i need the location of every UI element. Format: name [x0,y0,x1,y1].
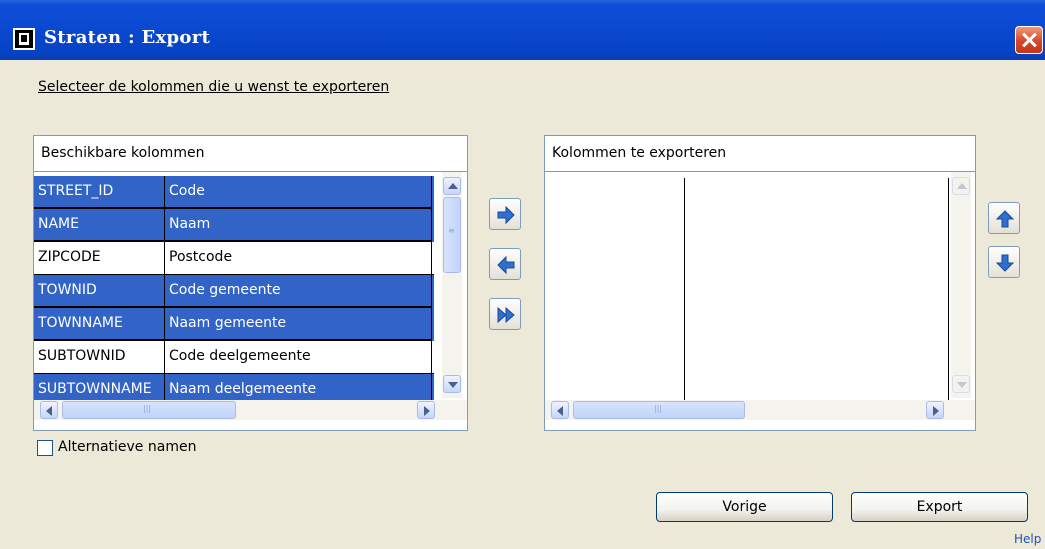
add-all-button[interactable] [489,298,521,330]
scroll-down-button[interactable] [443,375,461,393]
alternative-names-checkbox[interactable] [37,440,53,456]
vertical-scrollbar[interactable]: ≡ [442,172,462,398]
scroll-right-button[interactable] [926,401,944,419]
move-down-button[interactable] [988,246,1020,278]
scroll-left-button[interactable] [551,401,569,419]
column-name-cell: SUBTOWNID [34,341,165,374]
column-label-cell: Naam gemeente [165,308,432,341]
help-link[interactable]: Help [1014,532,1041,546]
instruction-text: Selecteer de kolommen die u wenst te exp… [38,79,390,95]
horizontal-scrollbar[interactable]: ||| [34,400,467,420]
arrow-left-icon [497,255,515,275]
column-label-cell: Naam [165,209,432,242]
table-row[interactable]: TOWNNAME Naam gemeente [34,308,434,341]
column-name-cell: TOWNNAME [34,308,165,341]
column-name-cell: TOWNID [34,275,165,308]
column-divider [684,178,685,400]
scroll-left-button[interactable] [40,401,58,419]
window-title: Straten : Export [44,27,211,48]
scroll-thumb-horizontal[interactable]: ||| [62,401,236,419]
double-arrow-right-icon [497,306,515,324]
export-columns-header: Kolommen te exporteren [544,135,976,171]
close-button[interactable] [1015,26,1043,54]
scroll-thumb-horizontal[interactable]: ||| [573,401,745,419]
arrow-right-icon [497,205,515,225]
export-button[interactable]: Export [851,492,1028,522]
title-bar[interactable]: Straten : Export [0,0,1045,60]
column-label-cell: Code gemeente [165,275,432,308]
export-dialog: Straten : Export Selecteer de kolommen d… [0,0,1045,549]
alternative-names-label[interactable]: Alternatieve namen [58,439,196,455]
scroll-down-button [952,375,970,393]
export-columns-list[interactable]: ||| [544,171,976,431]
column-name-cell: ZIPCODE [34,242,165,275]
scroll-right-button[interactable] [417,401,435,419]
table-row[interactable]: TOWNID Code gemeente [34,275,434,308]
column-name-cell: STREET_ID [34,176,165,209]
column-label-cell: Postcode [165,242,432,275]
available-columns-list[interactable]: STREET_ID Code NAME Naam ZIPCODE Postcode TOWN… [33,171,468,431]
scroll-up-button[interactable] [443,177,461,195]
available-columns-header: Beschikbare kolommen [33,135,468,171]
table-row[interactable]: STREET_ID Code [34,176,434,209]
app-icon [13,28,35,50]
arrow-up-icon [995,210,1015,228]
arrow-down-icon [995,254,1015,272]
scroll-thumb[interactable]: ≡ [443,197,461,273]
vertical-scrollbar-disabled [951,172,971,398]
table-row[interactable]: ZIPCODE Postcode [34,242,434,275]
remove-selected-button[interactable] [489,248,521,280]
scroll-up-button [952,177,970,195]
column-divider [948,178,949,400]
column-label-cell: Code deelgemeente [165,341,432,374]
table-row[interactable]: NAME Naam [34,209,434,242]
column-label-cell: Code [165,176,432,209]
horizontal-scrollbar[interactable]: ||| [545,400,975,420]
move-up-button[interactable] [988,202,1020,234]
add-selected-button[interactable] [489,198,521,230]
previous-button[interactable]: Vorige [656,492,833,522]
table-row[interactable]: SUBTOWNID Code deelgemeente [34,341,434,374]
column-name-cell: NAME [34,209,165,242]
